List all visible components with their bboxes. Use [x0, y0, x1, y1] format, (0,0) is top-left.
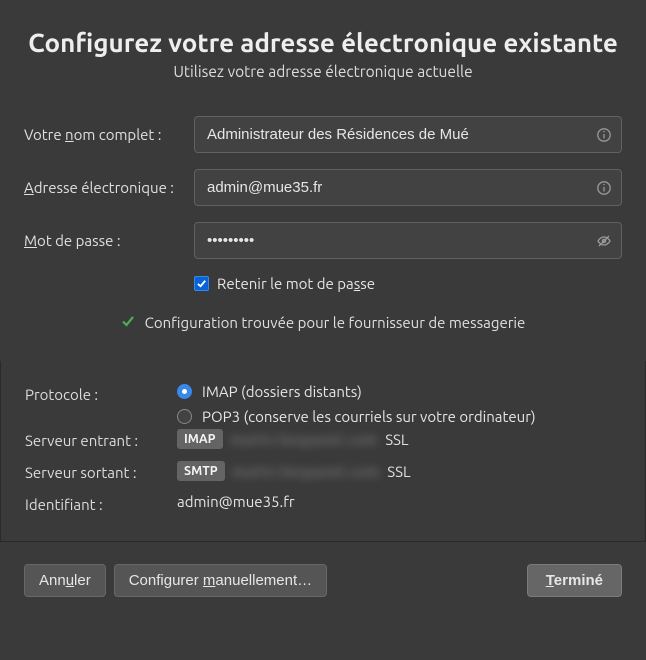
check-icon	[121, 314, 135, 331]
configure-manually-button[interactable]: Configurer manuellement…	[114, 564, 327, 597]
form-section: Votre nom complet : Adresse électronique…	[0, 92, 646, 361]
radio-imap[interactable]	[177, 384, 192, 399]
identity-row: Identifiant : admin@mue35.fr	[25, 493, 621, 513]
header: Configurez votre adresse électronique ex…	[0, 0, 646, 92]
protocol-pop3-option[interactable]: POP3 (conserve les courriels sur votre o…	[177, 408, 621, 425]
protocol-imap-label: IMAP (dossiers distants)	[202, 383, 362, 400]
outgoing-row: Serveur sortant : SMTP mailin.hespanel.c…	[25, 461, 621, 487]
dialog-root: Configurez votre adresse électronique ex…	[0, 0, 646, 619]
name-input-wrap	[194, 116, 622, 153]
identity-value: admin@mue35.fr	[177, 493, 621, 510]
incoming-proto-badge: IMAP	[177, 429, 223, 449]
address-label: Adresse électronique :	[24, 179, 194, 196]
page-title: Configurez votre adresse électronique ex…	[24, 28, 622, 57]
done-button[interactable]: Terminé	[527, 564, 622, 597]
password-label: Mot de passe :	[24, 232, 194, 249]
address-row: Adresse électronique :	[24, 169, 622, 206]
identity-label: Identifiant :	[25, 493, 177, 513]
protocol-label: Protocole :	[25, 383, 177, 403]
password-input[interactable]	[194, 222, 622, 259]
outgoing-host: mailin.hespanel.com	[233, 463, 380, 480]
cancel-button[interactable]: Annuler	[24, 564, 106, 597]
info-icon[interactable]	[596, 127, 612, 143]
incoming-ssl: SSL	[385, 431, 408, 448]
radio-pop3[interactable]	[177, 409, 192, 424]
outgoing-label: Serveur sortant :	[25, 461, 177, 481]
password-row: Mot de passe :	[24, 222, 622, 259]
remember-row: Retenir le mot de passe	[194, 275, 622, 292]
incoming-host: mailin.hespanel.com	[231, 431, 378, 448]
outgoing-ssl: SSL	[387, 463, 410, 480]
info-icon[interactable]	[596, 180, 612, 196]
incoming-row: Serveur entrant : IMAP mailin.hespanel.c…	[25, 429, 621, 455]
password-input-wrap	[194, 222, 622, 259]
remember-checkbox[interactable]	[194, 276, 209, 291]
protocol-pop3-label: POP3 (conserve les courriels sur votre o…	[202, 408, 536, 425]
details-panel: Protocole : IMAP (dossiers distants) POP…	[0, 361, 646, 542]
page-subtitle: Utilisez votre adresse électronique actu…	[24, 63, 622, 80]
name-input[interactable]	[194, 116, 622, 153]
button-bar: Annuler Configurer manuellement… Terminé	[0, 542, 646, 619]
protocol-imap-option[interactable]: IMAP (dossiers distants)	[177, 383, 621, 400]
incoming-label: Serveur entrant :	[25, 429, 177, 449]
name-row: Votre nom complet :	[24, 116, 622, 153]
status-message: Configuration trouvée pour le fournisseu…	[145, 314, 526, 331]
status-row: Configuration trouvée pour le fournisseu…	[24, 310, 622, 353]
address-input[interactable]	[194, 169, 622, 206]
address-input-wrap	[194, 169, 622, 206]
protocol-row: Protocole : IMAP (dossiers distants) POP…	[25, 383, 621, 425]
name-label: Votre nom complet :	[24, 126, 194, 143]
remember-label[interactable]: Retenir le mot de passe	[217, 275, 375, 292]
outgoing-proto-badge: SMTP	[177, 461, 225, 481]
eye-off-icon[interactable]	[596, 233, 612, 249]
